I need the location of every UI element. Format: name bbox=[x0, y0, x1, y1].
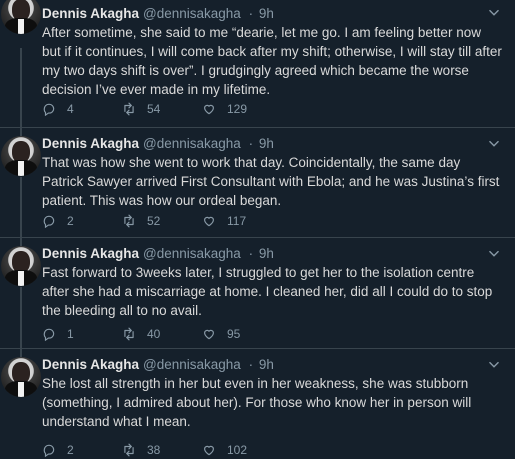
meta-separator: · bbox=[248, 246, 254, 261]
tweet-header: Dennis Akagha @dennisakagha · 9h bbox=[42, 246, 274, 262]
author-handle[interactable]: @dennisakagha bbox=[143, 6, 241, 21]
reply-icon bbox=[43, 103, 55, 116]
tweet-time[interactable]: 9h bbox=[259, 136, 274, 151]
author-handle[interactable]: @dennisakagha bbox=[143, 357, 241, 372]
like-count: 117 bbox=[227, 214, 247, 228]
chevron-down-icon[interactable] bbox=[487, 358, 501, 372]
reply-count: 4 bbox=[67, 102, 74, 116]
retweet-icon bbox=[124, 102, 134, 116]
tweet-header: Dennis Akagha @dennisakagha · 9h bbox=[42, 136, 274, 152]
meta-separator: · bbox=[248, 6, 254, 21]
retweet-count: 40 bbox=[147, 327, 161, 341]
reply-button[interactable]: 1 bbox=[42, 327, 122, 341]
tweet-actions: 1 40 95 bbox=[42, 327, 282, 341]
retweet-count: 54 bbox=[147, 102, 161, 116]
avatar[interactable] bbox=[1, 246, 41, 286]
retweet-icon bbox=[124, 443, 134, 457]
tweet[interactable]: Dennis Akagha @dennisakagha · 9h She lost… bbox=[0, 349, 515, 459]
thread-line bbox=[20, 48, 22, 128]
tweet-actions: 2 38 102 bbox=[42, 443, 282, 457]
tweet-text: That was how she went to work that day. … bbox=[42, 155, 500, 208]
like-count: 95 bbox=[227, 327, 241, 341]
tweet-time[interactable]: 9h bbox=[259, 246, 274, 261]
tweet-actions: 2 52 117 bbox=[42, 214, 282, 228]
tweet-time[interactable]: 9h bbox=[259, 6, 274, 21]
heart-icon bbox=[204, 216, 214, 227]
like-button[interactable]: 102 bbox=[202, 443, 282, 457]
tweet-actions: 4 54 129 bbox=[42, 102, 282, 116]
thread-line bbox=[20, 177, 22, 238]
like-count: 102 bbox=[227, 443, 248, 457]
thread-line bbox=[20, 238, 22, 246]
tweet[interactable]: Dennis Akagha @dennisakagha · 9h That was… bbox=[0, 128, 515, 238]
author-handle[interactable]: @dennisakagha bbox=[143, 246, 241, 261]
retweet-count: 52 bbox=[147, 214, 161, 228]
reply-icon bbox=[43, 444, 55, 457]
like-button[interactable]: 95 bbox=[202, 327, 282, 341]
meta-separator: · bbox=[248, 357, 254, 372]
heart-icon bbox=[204, 329, 214, 340]
like-count: 129 bbox=[227, 102, 248, 116]
author-handle[interactable]: @dennisakagha bbox=[143, 136, 241, 151]
chevron-down-icon[interactable] bbox=[487, 247, 501, 261]
chevron-down-icon[interactable] bbox=[487, 137, 501, 151]
tweet-text: After sometime, she said to me “dearie, … bbox=[42, 25, 502, 97]
retweet-button[interactable]: 54 bbox=[122, 102, 202, 116]
reply-count: 2 bbox=[67, 214, 74, 228]
retweet-icon bbox=[124, 327, 134, 341]
meta-separator: · bbox=[248, 136, 254, 151]
tweet-header: Dennis Akagha @dennisakagha · 9h bbox=[42, 357, 274, 373]
thread-line bbox=[20, 349, 22, 357]
thread-line bbox=[20, 287, 22, 349]
author-name[interactable]: Dennis Akagha bbox=[42, 357, 139, 372]
tweet-header: Dennis Akagha @dennisakagha · 9h bbox=[42, 6, 274, 22]
reply-icon bbox=[43, 328, 55, 341]
author-name[interactable]: Dennis Akagha bbox=[42, 136, 139, 151]
tweet-text: She lost all strength in her but even in… bbox=[42, 376, 472, 429]
tweet[interactable]: Dennis Akagha @dennisakagha · 9h After so… bbox=[0, 0, 515, 128]
retweet-button[interactable]: 52 bbox=[122, 214, 202, 228]
tweet-time[interactable]: 9h bbox=[259, 357, 274, 372]
retweet-count: 38 bbox=[147, 443, 161, 457]
reply-button[interactable]: 2 bbox=[42, 214, 122, 228]
heart-icon bbox=[204, 104, 214, 115]
reply-count: 1 bbox=[67, 327, 74, 341]
retweet-icon bbox=[124, 214, 134, 228]
thread-line bbox=[20, 128, 22, 136]
like-button[interactable]: 117 bbox=[202, 214, 282, 228]
reply-button[interactable]: 4 bbox=[42, 102, 122, 116]
heart-icon bbox=[204, 445, 214, 456]
chevron-down-icon[interactable] bbox=[487, 6, 501, 20]
avatar[interactable] bbox=[1, 136, 41, 176]
tweet[interactable]: Dennis Akagha @dennisakagha · 9h Fast for… bbox=[0, 238, 515, 349]
like-button[interactable]: 129 bbox=[202, 102, 282, 116]
reply-count: 2 bbox=[67, 443, 74, 457]
reply-button[interactable]: 2 bbox=[42, 443, 122, 457]
avatar[interactable] bbox=[1, 0, 41, 34]
retweet-button[interactable]: 38 bbox=[122, 443, 202, 457]
retweet-button[interactable]: 40 bbox=[122, 327, 202, 341]
author-name[interactable]: Dennis Akagha bbox=[42, 246, 139, 261]
reply-icon bbox=[43, 215, 55, 228]
author-name[interactable]: Dennis Akagha bbox=[42, 6, 139, 21]
tweet-text: Fast forward to 3weeks later, I struggle… bbox=[42, 265, 493, 318]
avatar[interactable] bbox=[1, 357, 41, 397]
